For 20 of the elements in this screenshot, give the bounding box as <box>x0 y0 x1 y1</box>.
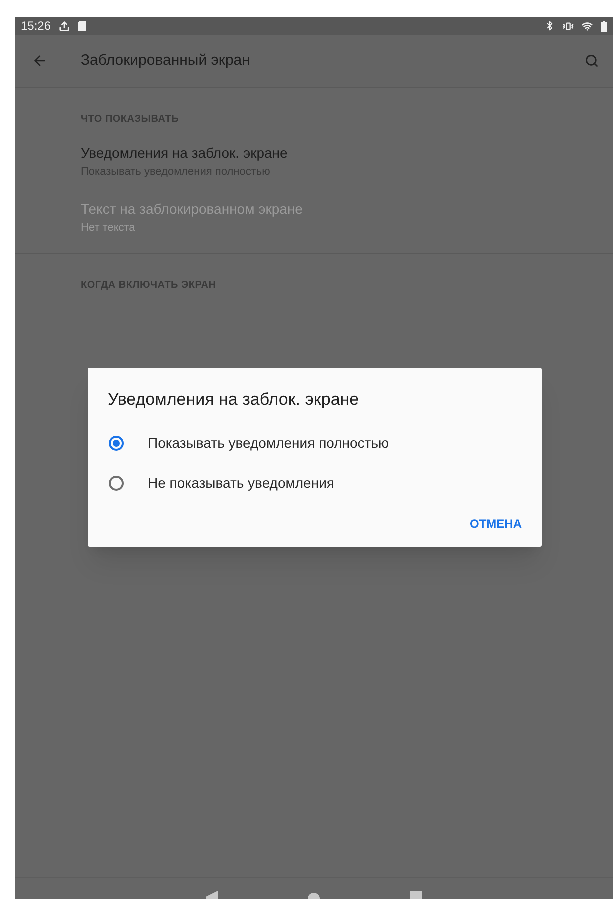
upload-icon <box>59 20 70 32</box>
item-title: Уведомления на заблок. экране <box>81 144 289 163</box>
radio-button[interactable] <box>109 476 124 490</box>
battery-icon <box>601 20 607 32</box>
option-label: Показывать уведомления полностью <box>148 434 390 453</box>
cancel-button[interactable]: ОТМЕНА <box>470 515 522 533</box>
back-nav-icon[interactable] <box>206 891 218 899</box>
app-bar-title: Заблокированный экран <box>81 50 250 71</box>
status-time: 15:26 <box>21 18 52 35</box>
radio-option[interactable]: Не показывать уведомления <box>88 463 542 503</box>
home-nav-icon[interactable] <box>308 893 320 899</box>
radio-button[interactable] <box>109 436 124 450</box>
dialog-title: Уведомления на заблок. экране <box>108 390 360 409</box>
bluetooth-icon <box>545 21 555 31</box>
radio-option[interactable]: Показывать уведомления полностью <box>88 423 542 463</box>
option-label: Не показывать уведомления <box>148 474 334 493</box>
vibrate-icon <box>563 20 574 32</box>
search-icon <box>585 54 599 68</box>
wifi-icon <box>582 20 593 32</box>
sd-card-icon <box>78 21 86 31</box>
